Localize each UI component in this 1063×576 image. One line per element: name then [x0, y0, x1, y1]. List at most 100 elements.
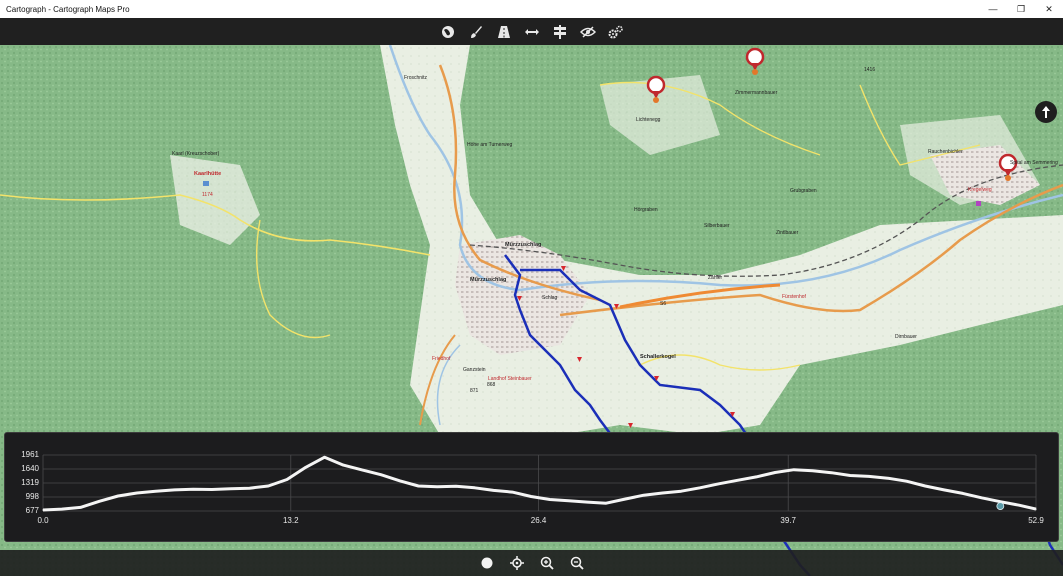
elevation-point: [793, 469, 795, 471]
map-label-dirnbauer: Dirnbauer: [895, 334, 917, 340]
locate-icon: [509, 556, 524, 570]
map-label-lichtenegg: Lichtenegg: [636, 117, 661, 123]
elevation-point: [211, 488, 213, 491]
elevation-point: [61, 508, 63, 510]
map-label-kaarlhuette: Kaarlhütte: [194, 171, 222, 177]
close-button[interactable]: ✕: [1035, 0, 1063, 18]
elevation-point: [680, 490, 682, 492]
y-tick-label: 677: [25, 506, 39, 515]
signpost-button[interactable]: [549, 21, 571, 43]
x-tick-label: 13.2: [282, 516, 299, 525]
elevation-point: [380, 474, 382, 476]
elevation-point: [173, 489, 175, 491]
y-tick-label: 1961: [21, 450, 39, 459]
elevation-point: [267, 485, 269, 487]
minimize-button[interactable]: —: [979, 0, 1007, 18]
zoom-in-button[interactable]: [537, 553, 557, 573]
globe-button[interactable]: [437, 21, 459, 43]
y-tick-label: 998: [25, 492, 39, 501]
brush-icon: [470, 25, 482, 38]
elevation-point: [999, 501, 1001, 503]
measure-button[interactable]: [521, 21, 543, 43]
record-button[interactable]: [477, 553, 497, 573]
compass-button[interactable]: [1035, 101, 1057, 123]
elevation-point: [79, 506, 82, 508]
map-label-hoergraben: Hörgraben: [634, 207, 658, 213]
elevation-point: [868, 475, 870, 478]
elevation-point: [511, 491, 513, 493]
locate-button[interactable]: [507, 553, 527, 573]
maximize-button[interactable]: ❐: [1007, 0, 1035, 18]
brush-button[interactable]: [465, 21, 487, 43]
elevation-point: [887, 477, 889, 479]
elevation-point: [342, 464, 344, 466]
map-label-1416: 1416: [864, 67, 876, 73]
window-title: Cartograph - Cartograph Maps Pro: [6, 4, 130, 14]
elevation-point: [943, 489, 945, 491]
map-label-zahler: Zahler: [708, 275, 723, 281]
map-label-zintlbauer: Zintlbauer: [776, 230, 799, 236]
settings-icon: [608, 25, 623, 38]
elevation-point: [643, 494, 645, 496]
elevation-point: [624, 498, 626, 500]
map-label-schaller: Schallerkogel: [640, 354, 676, 360]
elevation-point: [230, 488, 232, 490]
elevation-point: [1018, 504, 1020, 506]
elevation-point: [305, 466, 307, 468]
elevation-point: [361, 469, 363, 471]
elevation-point: [323, 456, 326, 458]
map-label-grubgraben: Grubgraben: [790, 188, 817, 194]
map-label-fuerstenhof: Fürstenhof: [782, 294, 806, 300]
y-tick-label: 1319: [21, 478, 39, 487]
elevation-point: [699, 487, 701, 489]
elevation-point: [830, 472, 832, 474]
map-label-s6: S6: [660, 301, 667, 307]
zoom-out-icon: [570, 556, 584, 570]
map-label-kaarl-alt: 1174: [202, 192, 213, 198]
zoom-in-icon: [540, 556, 554, 570]
map-label-kregel: Kregelweg: [968, 187, 992, 193]
elevation-point: [42, 509, 44, 511]
elevation-point: [455, 485, 457, 487]
visibility-icon: [579, 25, 596, 38]
elevation-point: [192, 488, 194, 490]
elevation-point: [549, 498, 551, 501]
visibility-button[interactable]: [577, 21, 599, 43]
y-tick-label: 1640: [21, 464, 39, 473]
x-tick-label: 52.9: [1028, 516, 1044, 525]
road-icon: [497, 25, 510, 38]
elevation-point: [736, 479, 739, 481]
globe-icon: [441, 25, 454, 38]
map-label-hoehe: Höhe am Turnerweg: [467, 142, 513, 148]
elevation-point: [1035, 508, 1037, 510]
elevation-point: [155, 490, 157, 492]
elevation-point: [117, 495, 119, 497]
elevation-point: [417, 485, 420, 487]
map-label-silberbauer: Silberbauer: [704, 223, 730, 229]
elevation-point: [755, 476, 757, 478]
elevation-point: [286, 478, 288, 481]
elevation-profile-panel[interactable]: 1961 1640 1319 998 677 0.0 13.2 26.4 39.7 52.9: [4, 432, 1059, 542]
map-label-rauchenbichl: Rauchenbichler: [928, 149, 963, 155]
elevation-point: [605, 502, 607, 504]
current-position-marker[interactable]: [996, 502, 1005, 510]
zoom-out-button[interactable]: [567, 553, 587, 573]
elevation-point: [567, 500, 570, 502]
road-button[interactable]: [493, 21, 515, 43]
settings-button[interactable]: [605, 21, 627, 43]
x-tick-label: 39.7: [780, 516, 796, 525]
map-label-town: Mürzzuschlag: [470, 277, 507, 283]
elevation-point: [98, 500, 100, 502]
elevation-point: [492, 489, 495, 491]
x-tick-label: 0.0: [37, 516, 49, 525]
map-label-ganz-alt1: 868: [487, 382, 496, 388]
map-controls-bar: [0, 550, 1063, 576]
map-label-town-north: Mürzzuschlag: [505, 242, 542, 248]
map-label-landhof: Landhof Steinbauer: [488, 376, 532, 382]
elevation-point: [980, 497, 983, 499]
elevation-point: [399, 480, 401, 482]
map-label-kaarl: Kaarl (Kreuzschober): [172, 151, 220, 157]
elevation-point: [924, 485, 926, 487]
record-icon: [481, 557, 492, 569]
elevation-point: [661, 492, 664, 494]
